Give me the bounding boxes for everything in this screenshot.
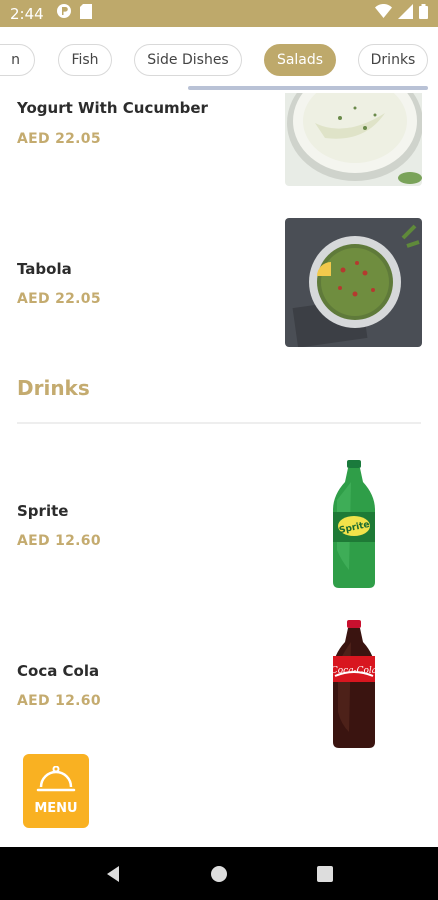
item-price: AED 22.05 <box>17 291 101 307</box>
tab-fish[interactable]: Fish <box>58 44 112 76</box>
category-tabs: n Fish Side Dishes Salads Drinks <box>0 27 438 93</box>
section-divider <box>17 422 421 424</box>
coca-cola-bottle-image: Coca-Cola <box>285 620 422 749</box>
cloche-icon <box>36 765 76 799</box>
item-name: Yogurt With Cucumber <box>17 99 208 117</box>
sprite-bottle-image: Sprite <box>285 460 422 589</box>
sim-icon <box>79 3 92 24</box>
yogurt-cucumber-image <box>285 93 422 186</box>
battery-icon <box>419 3 428 24</box>
tab-salads[interactable]: Salads <box>264 44 336 76</box>
home-icon[interactable] <box>199 854 239 894</box>
svg-text:Coca-Cola: Coca-Cola <box>331 666 377 676</box>
item-name: Sprite <box>17 502 69 520</box>
menu-button-label: MENU <box>34 801 78 816</box>
status-bar: 2:44 <box>0 0 438 27</box>
signal-icon <box>398 3 413 24</box>
item-price: AED 12.60 <box>17 693 101 709</box>
item-name: Coca Cola <box>17 662 100 680</box>
section-title-drinks: Drinks <box>17 376 90 400</box>
tabola-image <box>285 218 422 347</box>
tab-drinks[interactable]: Drinks <box>358 44 428 76</box>
item-price: AED 22.05 <box>17 131 101 147</box>
tab-scroll-indicator <box>188 86 428 90</box>
status-time: 2:44 <box>10 4 44 23</box>
menu-button[interactable]: MENU <box>23 754 89 828</box>
recents-icon[interactable] <box>305 854 345 894</box>
wifi-icon <box>375 3 392 23</box>
back-icon[interactable] <box>93 854 133 894</box>
menu-list: Yogurt With Cucumber AED 22.05 Tabola AE… <box>0 93 438 847</box>
item-name: Tabola <box>17 260 72 278</box>
tab-scroll-track <box>0 86 438 90</box>
item-price: AED 12.60 <box>17 533 101 549</box>
tab-side-dishes[interactable]: Side Dishes <box>134 44 242 76</box>
system-nav-bar <box>0 847 438 900</box>
menu-item-tabola[interactable]: Tabola AED 22.05 <box>0 218 438 348</box>
tab-partial[interactable]: n <box>0 44 35 76</box>
menu-item-coca-cola[interactable]: Coca Cola AED 12.60 Coca-Cola <box>0 620 438 750</box>
menu-item-yogurt[interactable]: Yogurt With Cucumber AED 22.05 <box>0 93 438 193</box>
menu-item-sprite[interactable]: Sprite AED 12.60 Sprite <box>0 460 438 590</box>
notification-icon <box>56 3 72 24</box>
